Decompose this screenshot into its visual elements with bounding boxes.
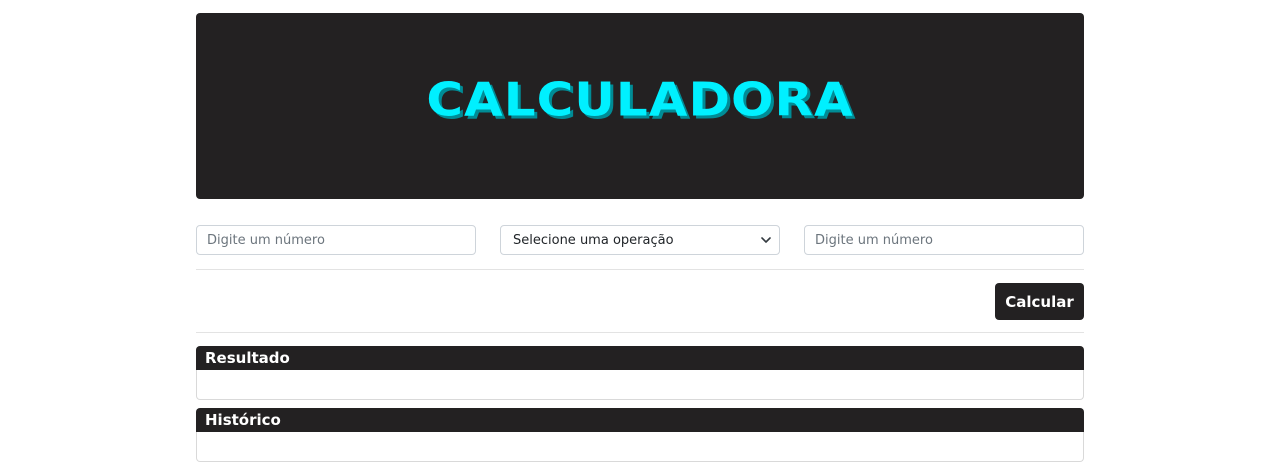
history-list [196,432,1084,462]
operation-select[interactable]: Selecione uma operação [500,225,780,255]
button-row: Calcular [196,270,1084,320]
header-banner: CALCULADORA [196,13,1084,199]
history-panel: Histórico [196,408,1084,462]
first-number-input[interactable] [196,225,476,255]
divider [196,332,1084,333]
page-title: CALCULADORA [426,73,854,127]
result-panel: Resultado [196,346,1084,400]
calculate-button[interactable]: Calcular [995,283,1084,320]
inputs-row: Selecione uma operação [196,225,1084,257]
history-header: Histórico [196,408,1084,432]
result-header: Resultado [196,346,1084,370]
result-output [196,370,1084,400]
calculator-container: CALCULADORA Selecione uma operação Calcu… [196,13,1084,462]
operation-select-value: Selecione uma operação [513,232,674,248]
second-number-input[interactable] [804,225,1084,255]
chevron-down-icon [761,237,771,243]
